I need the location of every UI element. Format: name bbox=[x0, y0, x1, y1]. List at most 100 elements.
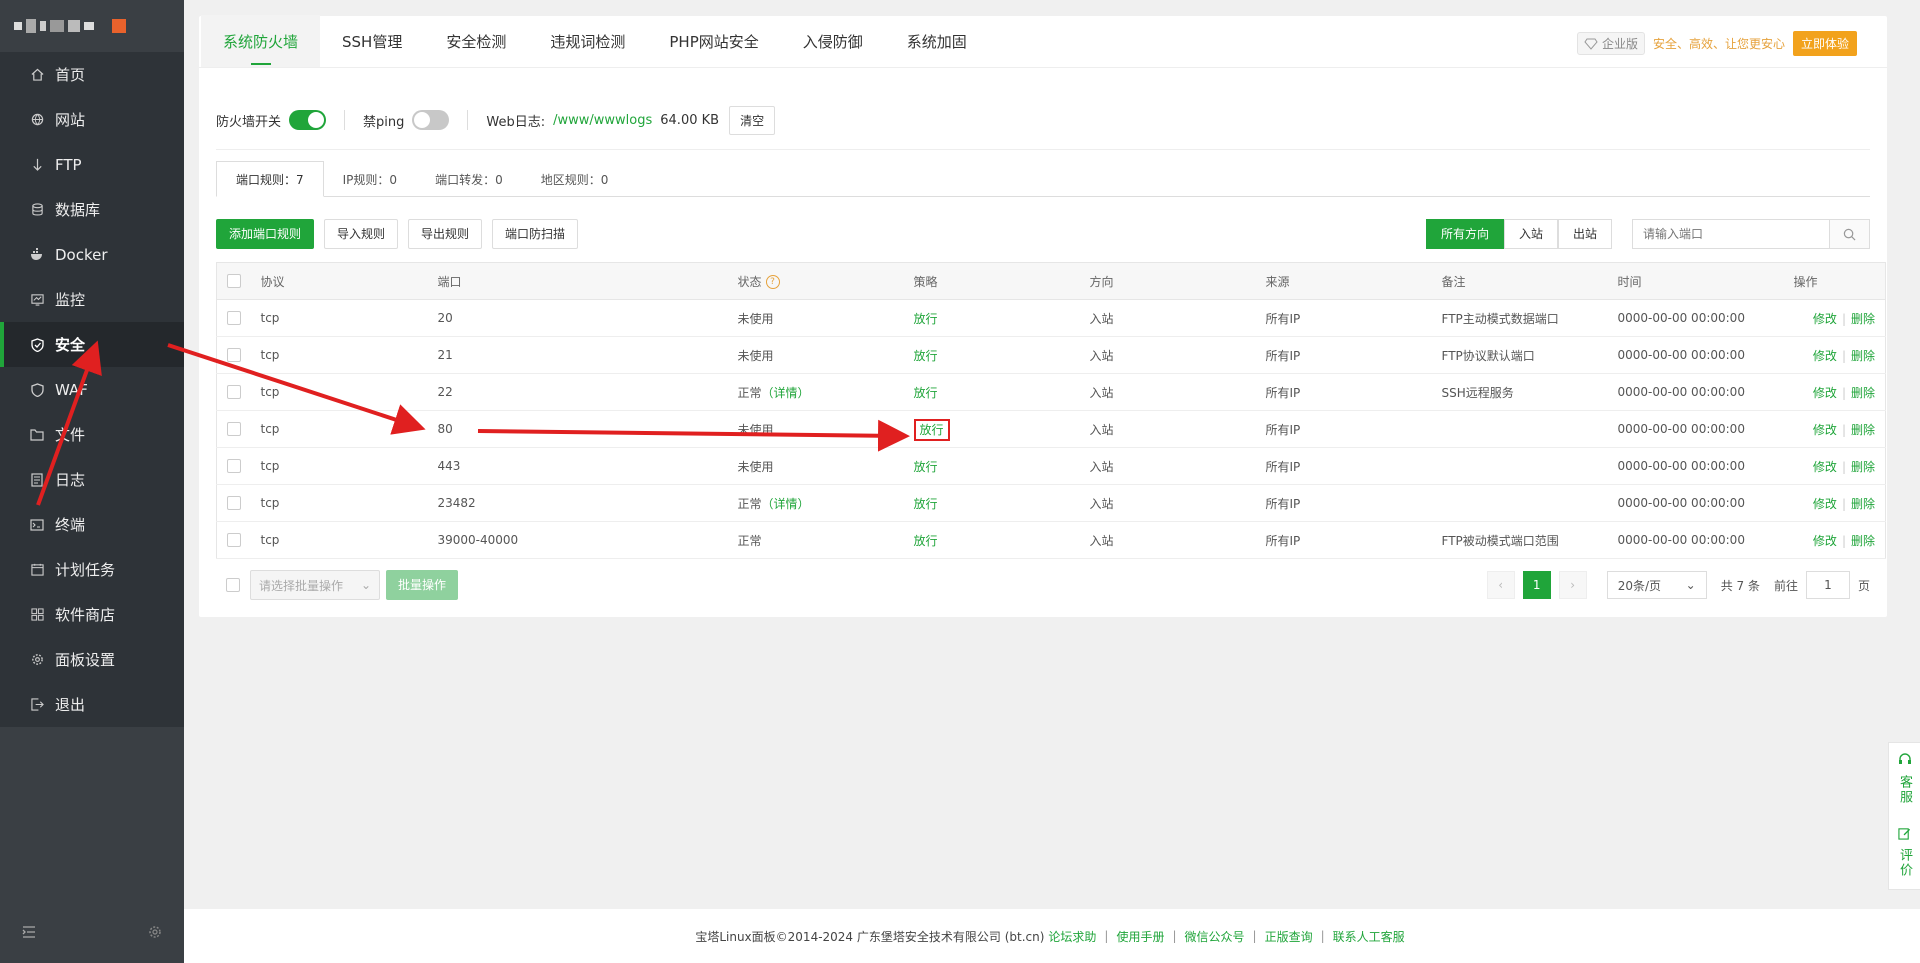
chevron-down-icon: ⌄ bbox=[360, 578, 371, 592]
policy-value[interactable]: 放行 bbox=[914, 497, 938, 511]
edit-icon[interactable] bbox=[1898, 827, 1911, 844]
edit-rule-link[interactable]: 修改 bbox=[1813, 423, 1837, 437]
clear-log-button[interactable]: 清空 bbox=[729, 105, 776, 135]
sidebar-item-ftp[interactable]: FTP bbox=[0, 142, 184, 187]
settings-gear-icon[interactable] bbox=[148, 925, 162, 943]
policy-value[interactable]: 放行 bbox=[914, 386, 938, 400]
policy-value[interactable]: 放行 bbox=[914, 460, 938, 474]
direction-in-button[interactable]: 入站 bbox=[1503, 219, 1558, 249]
headset-icon[interactable] bbox=[1898, 753, 1912, 771]
try-now-button[interactable]: 立即体验 bbox=[1792, 31, 1857, 56]
next-page-button[interactable]: › bbox=[1558, 571, 1587, 599]
select-all-checkbox[interactable] bbox=[227, 274, 241, 289]
row-checkbox[interactable] bbox=[227, 496, 241, 511]
row-checkbox[interactable] bbox=[227, 459, 241, 474]
sidebar-item-database[interactable]: 数据库 bbox=[0, 187, 184, 232]
sidebar-item-files[interactable]: 文件 bbox=[0, 412, 184, 457]
footer-link-wechat[interactable]: 微信公众号 bbox=[1185, 928, 1245, 945]
batch-action-select[interactable]: 请选择批量操作 ⌄ bbox=[250, 570, 380, 600]
policy-value[interactable]: 放行 bbox=[914, 312, 938, 326]
ping-toggle[interactable] bbox=[412, 110, 450, 130]
batch-action-button[interactable]: 批量操作 bbox=[386, 570, 459, 600]
tab-word-check[interactable]: 违规词检测 bbox=[528, 15, 647, 67]
tab-region-rules[interactable]: 地区规则：0 bbox=[522, 161, 628, 197]
sidebar-item-home[interactable]: 首页 bbox=[0, 52, 184, 97]
delete-rule-link[interactable]: 删除 bbox=[1851, 460, 1875, 474]
weblog-path-link[interactable]: /www/wwwlogs bbox=[553, 113, 652, 128]
edit-rule-link[interactable]: 修改 bbox=[1813, 349, 1837, 363]
row-checkbox[interactable] bbox=[227, 533, 241, 548]
sidebar-item-logout[interactable]: 退出 bbox=[0, 682, 184, 727]
sidebar-item-settings[interactable]: 面板设置 bbox=[0, 637, 184, 682]
sidebar-item-monitor[interactable]: 监控 bbox=[0, 277, 184, 322]
delete-rule-link[interactable]: 删除 bbox=[1851, 349, 1875, 363]
table-footer: 请选择批量操作 ⌄ 批量操作 ‹ 1 › 20条/页 ⌄ 共 7 条 前往 1 页 bbox=[216, 570, 1870, 600]
edit-rule-link[interactable]: 修改 bbox=[1813, 460, 1837, 474]
cell-policy: 放行 bbox=[913, 373, 1090, 411]
collapse-menu-icon[interactable] bbox=[22, 926, 36, 942]
prev-page-button[interactable]: ‹ bbox=[1486, 571, 1515, 599]
row-checkbox[interactable] bbox=[227, 385, 241, 400]
edit-rule-link[interactable]: 修改 bbox=[1813, 386, 1837, 400]
sidebar-item-waf[interactable]: WAF bbox=[0, 367, 184, 412]
firewall-toggle[interactable] bbox=[289, 110, 327, 130]
import-rules-button[interactable]: 导入规则 bbox=[324, 219, 399, 249]
edit-rule-link[interactable]: 修改 bbox=[1813, 534, 1837, 548]
footer-link-license[interactable]: 正版查询 bbox=[1265, 928, 1313, 945]
footer-link-forum[interactable]: 论坛求助 bbox=[1048, 928, 1096, 945]
customer-service-link[interactable]: 客服 bbox=[1895, 775, 1914, 805]
sidebar-item-docker[interactable]: Docker bbox=[0, 232, 184, 277]
tab-port-rules[interactable]: 端口规则：7 bbox=[216, 161, 324, 197]
policy-value[interactable]: 放行 bbox=[914, 349, 938, 363]
footer-link-support[interactable]: 联系人工客服 bbox=[1333, 928, 1405, 945]
search-icon[interactable] bbox=[1829, 220, 1869, 248]
sidebar-item-logs[interactable]: 日志 bbox=[0, 457, 184, 502]
floating-service-bar: 客服 评价 bbox=[1888, 742, 1920, 890]
sidebar-item-cron[interactable]: 计划任务 bbox=[0, 547, 184, 592]
status-detail-link[interactable]: （详情） bbox=[762, 497, 810, 511]
direction-all-button[interactable]: 所有方向 bbox=[1425, 219, 1504, 249]
batch-select-checkbox[interactable] bbox=[226, 578, 240, 592]
monitor-icon bbox=[30, 293, 44, 307]
edit-rule-link[interactable]: 修改 bbox=[1813, 312, 1837, 326]
status-detail-link[interactable]: （详情） bbox=[762, 386, 810, 400]
delete-rule-link[interactable]: 删除 bbox=[1851, 497, 1875, 511]
row-checkbox[interactable] bbox=[227, 348, 241, 363]
sidebar-item-security[interactable]: 安全 bbox=[0, 322, 184, 367]
tab-security-check[interactable]: 安全检测 bbox=[424, 15, 528, 67]
add-port-rule-button[interactable]: 添加端口规则 bbox=[216, 219, 315, 249]
delete-rule-link[interactable]: 删除 bbox=[1851, 386, 1875, 400]
policy-value[interactable]: 放行 bbox=[914, 534, 938, 548]
delete-rule-link[interactable]: 删除 bbox=[1851, 312, 1875, 326]
export-rules-button[interactable]: 导出规则 bbox=[408, 219, 483, 249]
row-checkbox[interactable] bbox=[227, 311, 241, 326]
footer-link-manual[interactable]: 使用手册 bbox=[1116, 928, 1164, 945]
help-icon[interactable]: ? bbox=[765, 275, 780, 289]
tab-ip-rules[interactable]: IP规则：0 bbox=[324, 161, 416, 197]
delete-rule-link[interactable]: 删除 bbox=[1851, 423, 1875, 437]
port-search-input[interactable] bbox=[1633, 220, 1829, 248]
tab-ssh[interactable]: SSH管理 bbox=[320, 15, 424, 67]
sidebar-item-terminal[interactable]: 终端 bbox=[0, 502, 184, 547]
tab-hardening[interactable]: 系统加固 bbox=[885, 15, 989, 67]
tab-system-firewall[interactable]: 系统防火墙 bbox=[201, 15, 321, 67]
direction-out-button[interactable]: 出站 bbox=[1557, 219, 1612, 249]
page-size-select[interactable]: 20条/页 ⌄ bbox=[1606, 571, 1707, 599]
port-scan-protect-button[interactable]: 端口防扫描 bbox=[492, 219, 579, 249]
edit-rule-link[interactable]: 修改 bbox=[1813, 497, 1837, 511]
delete-rule-link[interactable]: 删除 bbox=[1851, 534, 1875, 548]
current-page[interactable]: 1 bbox=[1522, 571, 1551, 599]
col-protocol: 协议 bbox=[260, 262, 438, 300]
tab-intrusion[interactable]: 入侵防御 bbox=[781, 15, 885, 67]
direction-filter: 所有方向 入站 出站 bbox=[1425, 219, 1612, 249]
sidebar-item-website[interactable]: 网站 bbox=[0, 97, 184, 142]
sidebar-item-store[interactable]: 软件商店 bbox=[0, 592, 184, 637]
page-footer: 宝塔Linux面板©2014-2024 广东堡塔安全技术有限公司 (bt.cn)… bbox=[184, 909, 1920, 963]
policy-value[interactable]: 放行 bbox=[913, 418, 950, 441]
review-link[interactable]: 评价 bbox=[1895, 848, 1914, 878]
goto-page-input[interactable]: 1 bbox=[1805, 571, 1850, 599]
cell-note: FTP被动模式端口范围 bbox=[1441, 521, 1618, 559]
tab-port-forward[interactable]: 端口转发：0 bbox=[416, 161, 522, 197]
tab-php-security[interactable]: PHP网站安全 bbox=[647, 15, 780, 67]
row-checkbox[interactable] bbox=[227, 422, 241, 437]
